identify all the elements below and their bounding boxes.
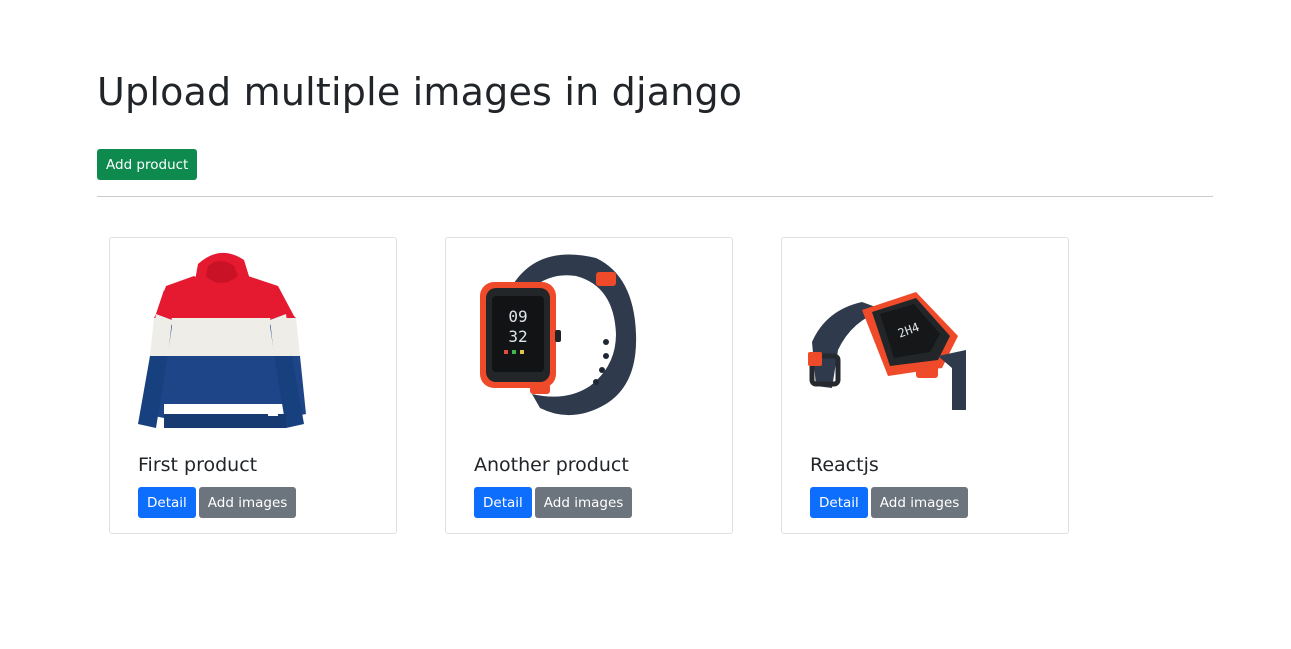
product-title: First product <box>138 454 258 476</box>
product-card: 2H4 Reactjs Detail Add images <box>781 237 1069 534</box>
svg-text:09: 09 <box>508 307 527 326</box>
smartwatch-side-image: 2H4 <box>808 292 966 410</box>
product-card: First product Detail Add images <box>109 237 397 534</box>
svg-text:32: 32 <box>508 327 527 346</box>
product-image: 2H4 <box>792 246 992 438</box>
card-actions: Detail Add images <box>138 487 297 518</box>
detail-button[interactable]: Detail <box>810 487 868 518</box>
add-images-button[interactable]: Add images <box>534 487 633 518</box>
card-actions: Detail Add images <box>474 487 633 518</box>
add-images-button[interactable]: Add images <box>870 487 969 518</box>
divider <box>97 196 1213 197</box>
smartwatch-image: 09 32 <box>480 254 637 416</box>
page-title: Upload multiple images in django <box>97 70 743 114</box>
hoodie-image <box>138 252 306 428</box>
product-title: Another product <box>474 454 629 476</box>
detail-button[interactable]: Detail <box>138 487 196 518</box>
card-actions: Detail Add images <box>810 487 969 518</box>
product-image <box>120 246 320 438</box>
add-images-button[interactable]: Add images <box>198 487 297 518</box>
detail-button[interactable]: Detail <box>474 487 532 518</box>
product-card: 09 32 Another product Detail Add images <box>445 237 733 534</box>
add-product-button[interactable]: Add product <box>97 149 198 180</box>
product-image: 09 32 <box>456 246 656 438</box>
product-title: Reactjs <box>810 454 879 476</box>
